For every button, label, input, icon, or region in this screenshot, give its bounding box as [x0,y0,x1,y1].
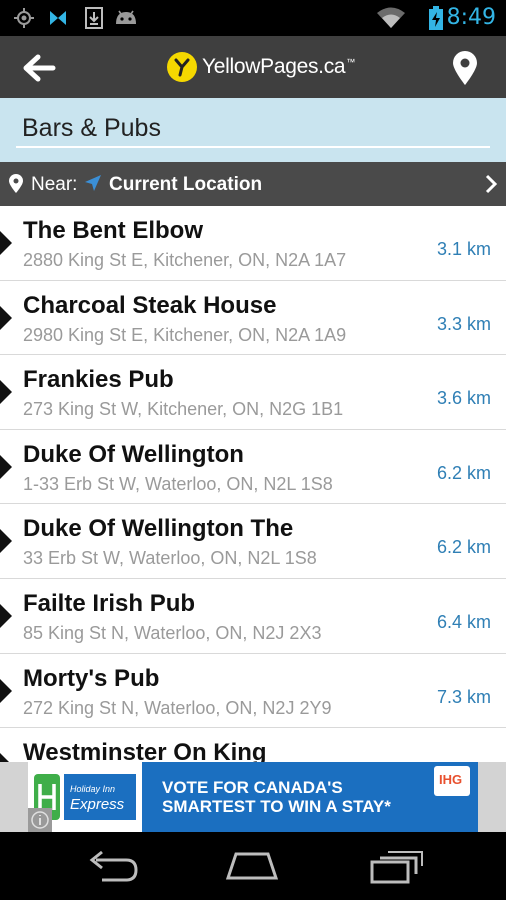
result-distance: 7.3 km [436,686,491,707]
status-bar: 8:49 [0,0,506,36]
location-button[interactable] [450,50,480,86]
result-address: 85 King St N, Waterloo, ON, N2J 2X3 [23,622,322,643]
result-row[interactable]: The Bent Elbow 2880 King St E, Kitchener,… [0,206,506,281]
wifi-icon [377,7,405,28]
ad-banner[interactable]: Holiday Inn Express VOTE FOR CANADA'S SM… [0,762,506,832]
gps-icon [14,8,34,28]
result-distance: 3.3 km [436,313,491,334]
near-value: Current Location [109,174,263,195]
back-icon [89,850,138,882]
logo-trademark: ™ [346,57,356,67]
result-distance: 3.6 km [436,388,491,409]
yellowpages-logo-icon [167,52,197,82]
navigation-arrow-icon [85,175,101,191]
result-name: The Bent Elbow [23,217,203,244]
result-distance: 6.2 km [436,462,491,483]
row-marker-icon [0,753,9,762]
result-row[interactable]: Failte Irish Pub 85 King St N, Waterloo, … [0,579,506,654]
ad-info-icon[interactable] [28,808,52,832]
result-name: Duke Of Wellington The [23,515,294,543]
yellowpages-logo: YellowPages.ca ™ [166,50,355,84]
android-icon [116,10,136,24]
result-row[interactable]: Duke Of Wellington The 33 Erb St W, Water… [0,504,506,579]
row-marker-icon [0,529,12,554]
result-address: 1-33 Erb St W, Waterloo, ON, N2L 1S8 [23,473,333,494]
map-pin-icon [453,51,477,85]
result-row[interactable]: Charcoal Steak House 2980 King St E, Kitc… [0,281,506,356]
home-icon [225,852,279,880]
result-address: 273 King St W, Kitchener, ON, N2G 1B1 [23,399,344,420]
result-name: Westminster On King [23,739,267,762]
download-icon [85,7,103,29]
row-marker-icon [0,454,12,479]
result-address: 272 King St N, Waterloo, ON, N2J 2Y9 [23,697,332,718]
row-marker-icon [0,231,12,255]
result-name: Charcoal Steak House [23,291,277,319]
search-area [0,98,506,162]
status-time: 8:49 [446,5,496,30]
ad-logo-line2: Express [70,796,125,813]
back-button[interactable] [18,48,66,88]
search-input[interactable] [16,110,490,148]
results-list: The Bent Elbow 2880 King St E, Kitchener,… [0,206,506,762]
battery-charging-icon [429,6,443,30]
result-row[interactable]: Morty's Pub 272 King St N, Waterloo, ON, … [0,654,506,729]
result-row[interactable]: Duke Of Wellington 1-33 Erb St W, Waterlo… [0,430,506,505]
result-distance: 6.4 km [436,611,491,632]
result-row[interactable]: Westminster On King [0,728,506,762]
result-name: Duke Of Wellington [23,440,244,468]
nav-back-button[interactable] [82,846,142,886]
result-name: Morty's Pub [23,664,160,692]
result-distance: 3.1 km [436,239,491,259]
result-name: Frankies Pub [23,366,174,394]
result-name: Failte Irish Pub [23,589,196,617]
row-marker-icon [0,305,12,330]
map-pin-icon [9,174,23,193]
logo-text: YellowPages.ca [202,55,346,78]
result-address: 33 Erb St W, Waterloo, ON, N2L 1S8 [23,548,317,569]
row-marker-icon [0,380,12,405]
ihg-logo-text: IHG [439,772,463,787]
result-distance: 6.2 km [436,537,491,558]
nav-recents-button[interactable] [366,846,426,886]
bluetooth-icon [50,11,66,25]
arrow-left-icon [23,54,56,82]
app-bar: YellowPages.ca ™ [0,36,506,98]
near-location-bar[interactable]: Near: Current Location [0,162,506,206]
system-nav-bar [0,832,506,900]
ihg-logo: IHG [434,766,470,796]
ad-creative: Holiday Inn Express VOTE FOR CANADA'S SM… [28,762,478,832]
near-label: Near: [31,174,78,195]
row-marker-icon [0,678,12,703]
result-address: 2880 King St E, Kitchener, ON, N2A 1A7 [23,250,347,270]
recent-apps-icon [370,851,423,884]
nav-home-button[interactable] [222,846,282,886]
ad-logo-line1: Holiday Inn [70,784,116,794]
chevron-right-icon [485,174,498,194]
row-marker-icon [0,603,12,628]
result-address: 2980 King St E, Kitchener, ON, N2A 1A9 [23,324,347,345]
ad-headline: VOTE FOR CANADA'S SMARTEST TO WIN A STAY… [162,778,391,816]
screen: 8:49 YellowPages.ca ™ Bars & Pubs Near: … [0,0,506,900]
result-row[interactable]: Frankies Pub 273 King St W, Kitchener, ON… [0,355,506,430]
